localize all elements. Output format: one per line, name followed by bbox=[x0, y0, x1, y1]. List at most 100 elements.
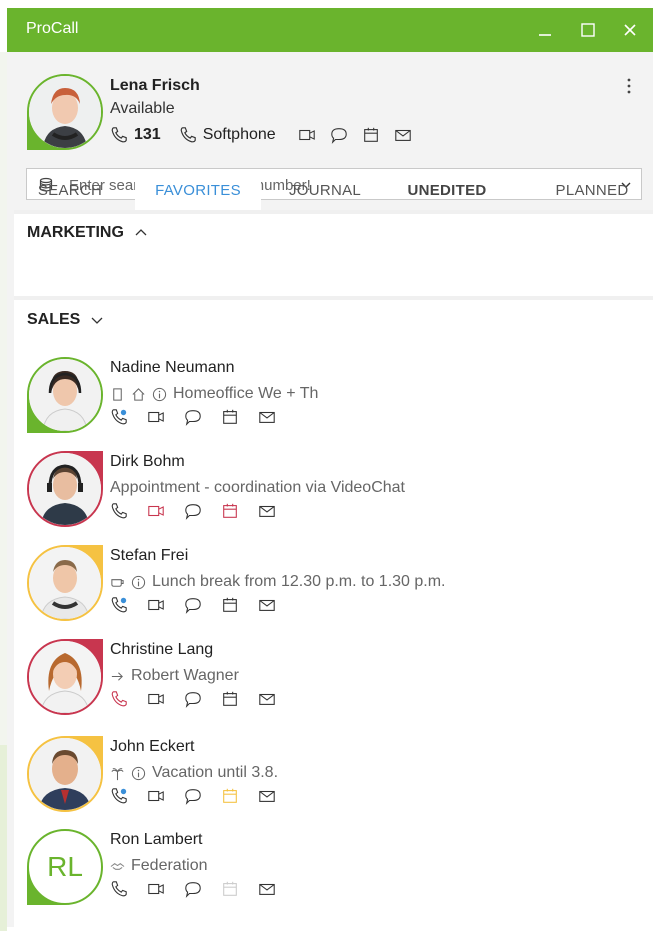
contact-info: Robert Wagner bbox=[110, 665, 239, 687]
more-options-icon[interactable] bbox=[621, 76, 637, 96]
tab-search[interactable]: SEARCH bbox=[20, 172, 120, 210]
person-photo bbox=[29, 359, 101, 431]
minimize-icon bbox=[539, 34, 551, 36]
person-photo bbox=[29, 76, 101, 148]
calendar-icon[interactable] bbox=[221, 408, 239, 426]
video-icon[interactable] bbox=[147, 690, 165, 708]
mail-icon[interactable] bbox=[258, 690, 276, 708]
group-marketing[interactable]: MARKETING bbox=[14, 215, 653, 251]
contact-actions bbox=[110, 786, 295, 806]
tab-favorites[interactable]: FAVORITES bbox=[135, 172, 261, 210]
group-sales[interactable]: SALES bbox=[14, 302, 653, 338]
contact-name: Ron Lambert bbox=[110, 831, 203, 848]
group-label: MARKETING bbox=[27, 224, 124, 241]
profile-name: Lena Frisch bbox=[110, 77, 200, 94]
calendar-icon[interactable] bbox=[221, 787, 239, 805]
calendar-icon[interactable] bbox=[221, 502, 239, 520]
contact-name: Dirk Bohm bbox=[110, 453, 185, 470]
info-icon bbox=[131, 766, 146, 780]
mail-icon[interactable] bbox=[258, 408, 276, 426]
home-icon bbox=[132, 387, 145, 401]
info-icon bbox=[131, 575, 146, 589]
phone-icon[interactable] bbox=[110, 502, 128, 520]
minimize-button[interactable] bbox=[533, 18, 557, 42]
chat-icon[interactable] bbox=[184, 408, 202, 426]
chat-icon[interactable] bbox=[184, 596, 202, 614]
video-icon[interactable] bbox=[298, 126, 316, 144]
chat-icon[interactable] bbox=[184, 880, 202, 898]
close-button[interactable] bbox=[618, 18, 642, 42]
person-photo bbox=[29, 738, 101, 810]
maximize-button[interactable] bbox=[576, 18, 600, 42]
video-icon[interactable] bbox=[147, 787, 165, 805]
phone-icon[interactable] bbox=[110, 690, 128, 708]
softphone-icon bbox=[180, 127, 196, 143]
phone-forward-icon[interactable] bbox=[110, 596, 128, 614]
video-icon[interactable] bbox=[147, 880, 165, 898]
contact-info-text: Robert Wagner bbox=[131, 667, 239, 684]
contact-row[interactable]: Nadine Neumann Homeoffice We + Th bbox=[14, 357, 653, 449]
contact-actions bbox=[110, 501, 295, 521]
favorites-list: MARKETING SALES Nadine Neumann Homeoffic… bbox=[14, 210, 653, 927]
chevron-down-icon bbox=[91, 317, 103, 324]
chat-icon[interactable] bbox=[184, 502, 202, 520]
group-label: SALES bbox=[27, 311, 81, 328]
mail-icon[interactable] bbox=[394, 126, 412, 144]
title-bar: ProCall bbox=[7, 8, 653, 52]
video-icon[interactable] bbox=[147, 596, 165, 614]
video-icon[interactable] bbox=[147, 502, 165, 520]
person-photo bbox=[29, 641, 101, 713]
federation-icon bbox=[110, 862, 125, 870]
profile-avatar[interactable] bbox=[27, 74, 103, 150]
contact-info: Vacation until 3.8. bbox=[110, 762, 278, 784]
calendar-icon[interactable] bbox=[221, 690, 239, 708]
video-icon[interactable] bbox=[147, 408, 165, 426]
contact-avatar bbox=[27, 357, 103, 433]
chat-icon[interactable] bbox=[330, 126, 348, 144]
contact-name: Christine Lang bbox=[110, 641, 214, 658]
mail-icon[interactable] bbox=[258, 596, 276, 614]
calendar-icon[interactable] bbox=[221, 596, 239, 614]
info-icon bbox=[152, 387, 167, 401]
contact-row[interactable]: Christine Lang Robert Wagner bbox=[14, 639, 653, 731]
contact-row[interactable]: RL Ron Lambert Federation bbox=[14, 829, 653, 921]
contact-row[interactable]: Stefan Frei Lunch break from 12.30 p.m. … bbox=[14, 545, 653, 637]
coffee-icon bbox=[111, 578, 124, 587]
chat-icon[interactable] bbox=[184, 690, 202, 708]
contact-initials: RL bbox=[27, 829, 103, 905]
device-label[interactable]: Softphone bbox=[203, 126, 276, 144]
calendar-icon[interactable] bbox=[221, 880, 239, 898]
contact-info-text: Homeoffice We + Th bbox=[173, 385, 319, 402]
phone-forward-icon[interactable] bbox=[110, 787, 128, 805]
extension-number[interactable]: 131 bbox=[134, 126, 161, 144]
contact-name: John Eckert bbox=[110, 738, 195, 755]
contact-avatar: RL bbox=[27, 829, 103, 905]
contact-info-text: Vacation until 3.8. bbox=[152, 764, 279, 781]
contact-row[interactable]: John Eckert Vacation until 3.8. bbox=[14, 736, 653, 828]
contact-row[interactable]: Dirk Bohm Appointment - coordination via… bbox=[14, 451, 653, 543]
maximize-icon bbox=[581, 23, 595, 37]
contact-actions bbox=[110, 595, 295, 615]
phone-icon bbox=[111, 127, 127, 143]
phone-icon[interactable] bbox=[110, 880, 128, 898]
contact-avatar bbox=[27, 736, 103, 812]
tab-unedited[interactable]: UNEDITED bbox=[392, 172, 502, 210]
app-title: ProCall bbox=[26, 20, 79, 37]
tab-planned[interactable]: PLANNED bbox=[537, 172, 647, 210]
tab-journal[interactable]: JOURNAL bbox=[275, 172, 375, 210]
chat-icon[interactable] bbox=[184, 787, 202, 805]
profile-phone-line: 131 Softphone bbox=[110, 124, 426, 146]
contact-info: Federation bbox=[110, 855, 208, 877]
phone-forward-icon[interactable] bbox=[110, 408, 128, 426]
contact-actions bbox=[110, 407, 295, 427]
contact-info-text: Federation bbox=[131, 857, 208, 874]
calendar-icon[interactable] bbox=[362, 126, 380, 144]
mail-icon[interactable] bbox=[258, 880, 276, 898]
mail-icon[interactable] bbox=[258, 502, 276, 520]
contact-info: Homeoffice We + Th bbox=[110, 383, 318, 405]
arrow-right-icon bbox=[111, 671, 123, 681]
contact-info-text: Appointment - coordination via VideoChat bbox=[110, 479, 405, 496]
mail-icon[interactable] bbox=[258, 787, 276, 805]
person-photo bbox=[29, 547, 101, 619]
tab-bar: SEARCH FAVORITES JOURNAL UNEDITED PLANNE… bbox=[7, 172, 653, 210]
